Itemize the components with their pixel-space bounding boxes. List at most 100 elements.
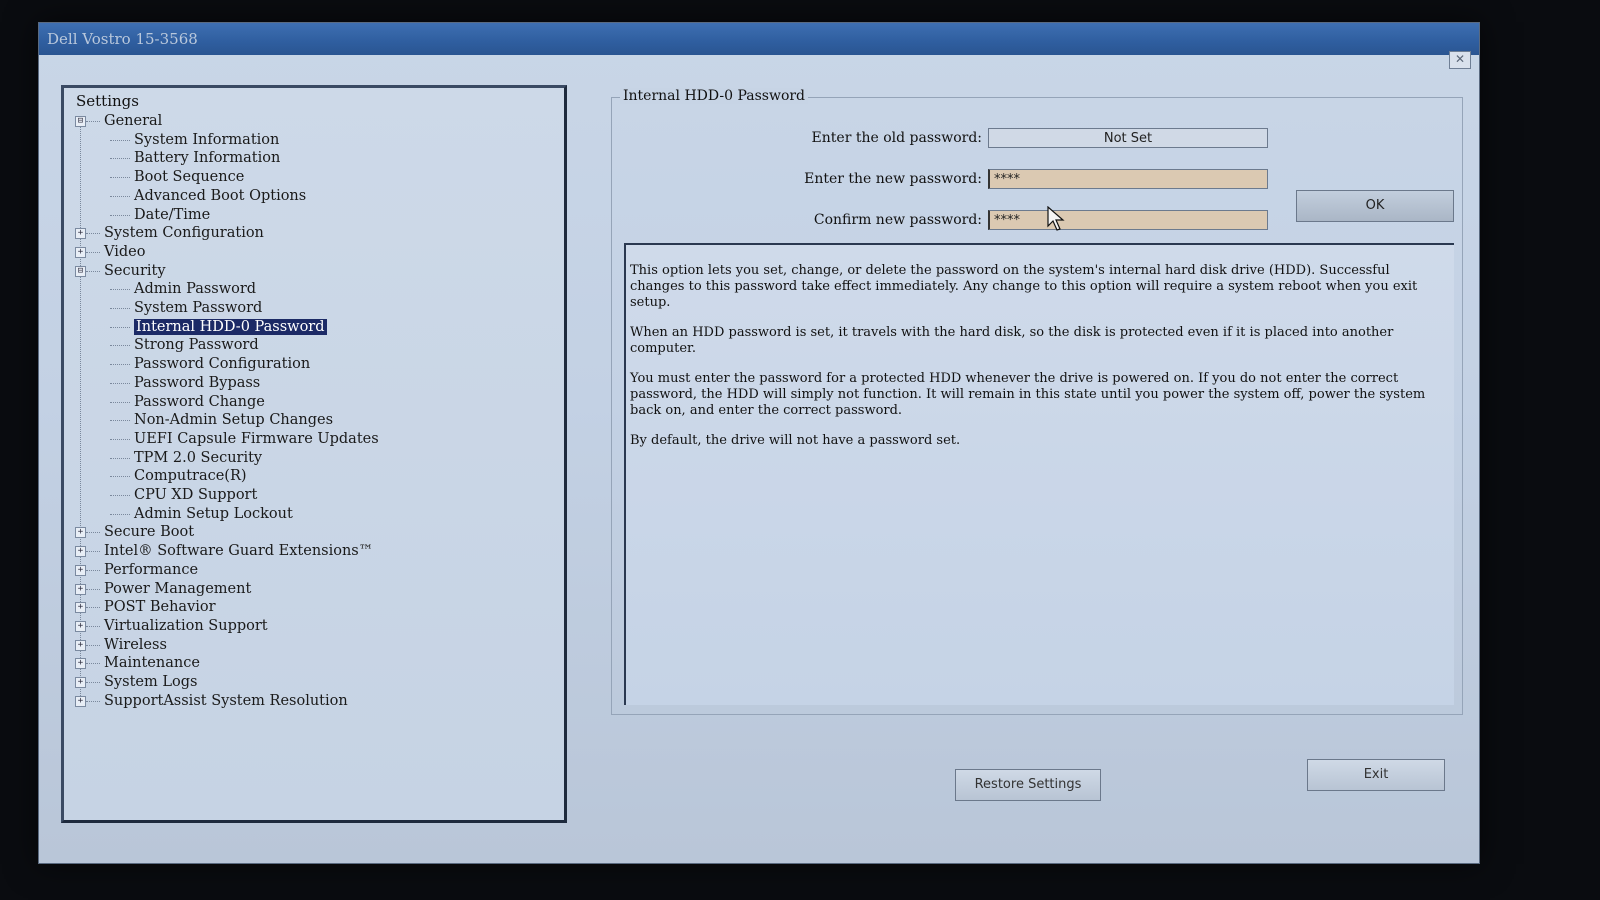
restore-settings-button[interactable]: Restore Settings <box>955 769 1101 801</box>
tree-item-label: Secure Boot <box>104 524 195 541</box>
tree-item-maintenance[interactable]: Maintenance <box>104 654 200 672</box>
tree-item-system-configuration[interactable]: System Configuration <box>104 224 264 242</box>
mouse-pointer-icon <box>1047 206 1065 231</box>
tree-branch-line <box>86 233 100 235</box>
tree-branch-line <box>110 345 130 347</box>
description-box: This option lets you set, change, or del… <box>624 243 1454 705</box>
confirm-password-label: Confirm new password: <box>813 212 982 228</box>
collapse-icon[interactable]: ⊟ <box>75 116 86 127</box>
confirm-password-field[interactable]: **** <box>988 210 1268 230</box>
tree-item-label: Date/Time <box>134 206 211 223</box>
tree-item-label: UEFI Capsule Firmware Updates <box>134 430 379 447</box>
tree-branch-line <box>86 625 100 627</box>
tree-item-label: Advanced Boot Options <box>134 187 307 204</box>
close-icon[interactable]: ✕ <box>1449 51 1471 69</box>
tree-item-label: CPU XD Support <box>134 487 258 503</box>
tree-branch-line <box>110 382 130 384</box>
exit-button[interactable]: Exit <box>1307 759 1445 791</box>
tree-item-intel-software-guard-extensions[interactable]: Intel® Software Guard Extensions™ <box>104 542 373 560</box>
tree-branch-line <box>110 476 130 478</box>
expand-icon[interactable]: + <box>75 527 86 539</box>
tree-item-non-admin-setup-changes[interactable]: Non-Admin Setup Changes <box>134 411 333 429</box>
expand-icon[interactable]: + <box>75 228 86 240</box>
tree-item-date-time[interactable]: Date/Time <box>134 206 210 224</box>
bios-setup-window: Dell Vostro 15-3568 ✕ Settings ⊟ General S… <box>38 22 1480 864</box>
tree-branch-line <box>86 251 100 253</box>
tree-item-post-behavior[interactable]: POST Behavior <box>104 598 216 616</box>
tree-item-admin-password[interactable]: Admin Password <box>134 280 256 298</box>
tree-item-general[interactable]: General <box>104 112 162 130</box>
expand-icon[interactable]: + <box>75 620 86 632</box>
expand-icon[interactable]: + <box>75 583 86 595</box>
tree-item-password-change[interactable]: Password Change <box>134 393 265 411</box>
ok-button[interactable]: OK <box>1296 190 1454 222</box>
tree-item-power-management[interactable]: Power Management <box>104 580 251 598</box>
tree-branch-line <box>86 682 100 683</box>
expand-icon[interactable]: + <box>75 564 86 576</box>
tree-item-label: Admin Setup Lockout <box>134 505 293 522</box>
tree-item-internal-hdd-0-password[interactable]: Internal HDD-0 Password <box>134 318 327 336</box>
hdd-password-panel: Internal HDD-0 Password Enter the old pa… <box>611 88 1463 715</box>
tree-item-admin-setup-lockout[interactable]: Admin Setup Lockout <box>134 505 293 523</box>
window-titlebar: Dell Vostro 15-3568 <box>39 23 1479 55</box>
tree-item-label: System Configuration <box>104 225 264 242</box>
tree-branch-line <box>86 270 100 272</box>
expand-icon[interactable]: + <box>75 677 86 688</box>
tree-item-system-information[interactable]: System Information <box>134 131 279 149</box>
tree-item-virtualization-support[interactable]: Virtualization Support <box>104 617 268 635</box>
tree-branch-line <box>86 532 100 534</box>
tree-item-label: Password Change <box>134 393 265 410</box>
description-paragraph-3: You must enter the password for a protec… <box>630 371 1426 418</box>
tree-item-tpm-2-0-security[interactable]: TPM 2.0 Security <box>134 449 262 467</box>
tree-item-label: Power Management <box>104 580 252 597</box>
tree-branch-line <box>110 139 130 141</box>
description-paragraph-2: When an HDD password is set, it travels … <box>630 325 1394 356</box>
tree-item-label: Intel® Software Guard Extensions™ <box>104 543 374 560</box>
tree-branch-line <box>86 607 100 609</box>
tree-branch-line <box>86 663 100 665</box>
tree-branch-line <box>110 289 130 291</box>
new-password-field[interactable]: **** <box>988 169 1268 189</box>
tree-branch-line <box>110 326 130 328</box>
tree-branch-line <box>110 438 130 440</box>
expand-icon[interactable]: + <box>75 695 86 707</box>
collapse-icon[interactable]: ⊟ <box>75 265 86 277</box>
tree-branch-line <box>86 551 100 553</box>
tree-item-system-password[interactable]: System Password <box>134 299 262 317</box>
tree-item-label: Maintenance <box>104 655 200 672</box>
expand-icon[interactable]: + <box>75 246 86 258</box>
tree-title: Settings <box>76 92 139 110</box>
tree-item-strong-password[interactable]: Strong Password <box>134 336 259 354</box>
tree-item-uefi-capsule-firmware-updates[interactable]: UEFI Capsule Firmware Updates <box>134 430 379 448</box>
description-paragraph-4: By default, the drive will not have a pa… <box>630 433 961 448</box>
tree-item-boot-sequence[interactable]: Boot Sequence <box>134 168 244 186</box>
tree-item-supportassist-system-resolution[interactable]: SupportAssist System Resolution <box>104 692 348 710</box>
tree-branch-line <box>86 121 100 122</box>
tree-item-system-logs[interactable]: System Logs <box>104 673 197 691</box>
tree-item-label: Performance <box>104 561 199 578</box>
expand-icon[interactable]: + <box>75 602 86 614</box>
tree-branch-line <box>110 495 130 496</box>
expand-icon[interactable]: + <box>75 639 86 651</box>
tree-item-label: System Information <box>134 131 280 148</box>
tree-item-label: Password Bypass <box>134 374 261 391</box>
tree-item-performance[interactable]: Performance <box>104 561 198 579</box>
tree-item-wireless[interactable]: Wireless <box>104 636 167 654</box>
section-title: Internal HDD-0 Password <box>620 88 809 104</box>
tree-item-label: Admin Password <box>134 281 257 298</box>
tree-branch-line <box>110 513 130 515</box>
tree-item-password-bypass[interactable]: Password Bypass <box>134 374 260 392</box>
tree-item-secure-boot[interactable]: Secure Boot <box>104 523 194 541</box>
tree-item-advanced-boot-options[interactable]: Advanced Boot Options <box>134 187 306 205</box>
tree-item-computrace-r[interactable]: Computrace(R) <box>134 467 247 485</box>
expand-icon[interactable]: + <box>75 658 86 670</box>
tree-item-security[interactable]: Security <box>104 262 166 280</box>
tree-branch-line <box>86 588 100 590</box>
tree-item-label: Wireless <box>104 636 167 653</box>
tree-item-video[interactable]: Video <box>104 243 145 261</box>
tree-item-label: Virtualization Support <box>104 617 268 634</box>
tree-item-cpu-xd-support[interactable]: CPU XD Support <box>134 486 257 504</box>
tree-item-battery-information[interactable]: Battery Information <box>134 149 280 167</box>
expand-icon[interactable]: + <box>75 546 86 558</box>
tree-item-password-configuration[interactable]: Password Configuration <box>134 355 310 373</box>
